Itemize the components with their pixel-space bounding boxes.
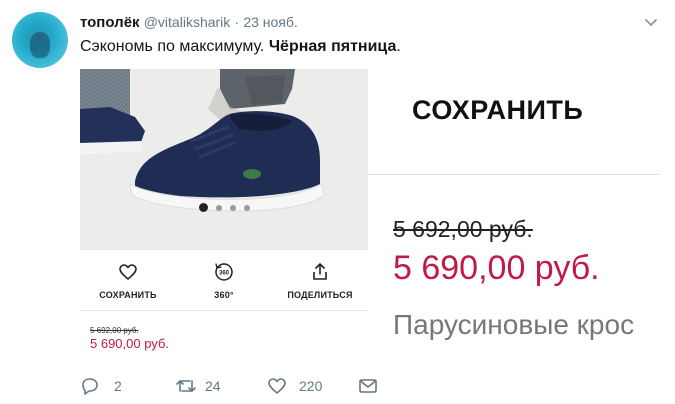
- divider: [368, 174, 660, 175]
- new-price-small: 5 690,00 руб.: [90, 336, 170, 351]
- carousel-dot[interactable]: [229, 204, 236, 211]
- tweet-text-plain: Сэкономь по максимуму.: [80, 38, 269, 55]
- old-price-large: 5 692,00 руб.: [393, 216, 533, 242]
- tweet: тополёк @vitaliksharik · 23 нояб. Сэконо…: [0, 0, 675, 404]
- save-action-label: СОХРАНИТЬ: [99, 290, 157, 300]
- like-count: 220: [299, 378, 323, 394]
- reply-icon: [82, 378, 98, 395]
- retweet-icon: [176, 380, 196, 392]
- old-price-small: 5 692,00 руб.: [90, 326, 139, 335]
- save-title: СОХРАНИТЬ: [412, 95, 584, 125]
- media-card[interactable]: СОХРАНИТЬ 360 360° ПОДЕЛИТЬСЯ 5 692,00 р…: [80, 69, 660, 358]
- app-screenshot-right: СОХРАНИТЬ 5 692,00 руб. 5 690,00 руб. Па…: [368, 69, 660, 358]
- carousel-dots: [80, 199, 368, 217]
- tweet-actions: 2 24 220: [80, 374, 640, 398]
- reply-count: 2: [114, 378, 122, 394]
- tweet-text-end: .: [396, 38, 401, 55]
- chevron-down-icon[interactable]: [643, 14, 659, 30]
- new-price-large: 5 690,00 руб.: [393, 249, 600, 287]
- product-photo: [80, 69, 368, 249]
- carousel-dot-active[interactable]: [198, 203, 208, 213]
- heart-icon: [119, 264, 137, 280]
- user-name[interactable]: тополёк: [80, 14, 140, 31]
- app-screenshot-left: СОХРАНИТЬ 360 360° ПОДЕЛИТЬСЯ 5 692,00 р…: [80, 69, 368, 358]
- product-name: Парусиновые крос: [393, 309, 635, 340]
- retweet-count: 24: [205, 378, 221, 394]
- product-actions: СОХРАНИТЬ 360 360° ПОДЕЛИТЬСЯ: [80, 249, 368, 311]
- separator-dot: ·: [234, 14, 240, 30]
- rotate-360-label: 360°: [214, 290, 234, 300]
- carousel-dot[interactable]: [243, 204, 250, 211]
- avatar[interactable]: [12, 12, 68, 68]
- shoe-image: [80, 69, 368, 249]
- user-handle[interactable]: @vitaliksharik: [144, 14, 231, 30]
- carousel-dot[interactable]: [215, 204, 222, 211]
- rotate-360-button[interactable]: 360 360°: [176, 250, 272, 310]
- svg-text:360: 360: [219, 271, 230, 277]
- tweet-text: Сэкономь по максимуму. Чёрная пятница.: [80, 36, 401, 58]
- tweet-date[interactable]: 23 нояб.: [243, 14, 297, 30]
- share-action-button[interactable]: ПОДЕЛИТЬСЯ: [272, 250, 368, 310]
- envelope-icon: [359, 379, 377, 393]
- rotate-360-icon: 360: [215, 263, 233, 281]
- price-block-small: 5 692,00 руб. 5 690,00 руб.: [90, 326, 169, 352]
- share-icon: [313, 263, 327, 280]
- heart-icon: [268, 378, 286, 394]
- save-action-button[interactable]: СОХРАНИТЬ: [80, 250, 176, 310]
- tweet-text-bold: Чёрная пятница: [268, 38, 397, 55]
- tweet-header: тополёк @vitaliksharik · 23 нояб.: [80, 12, 298, 33]
- share-action-label: ПОДЕЛИТЬСЯ: [287, 290, 353, 300]
